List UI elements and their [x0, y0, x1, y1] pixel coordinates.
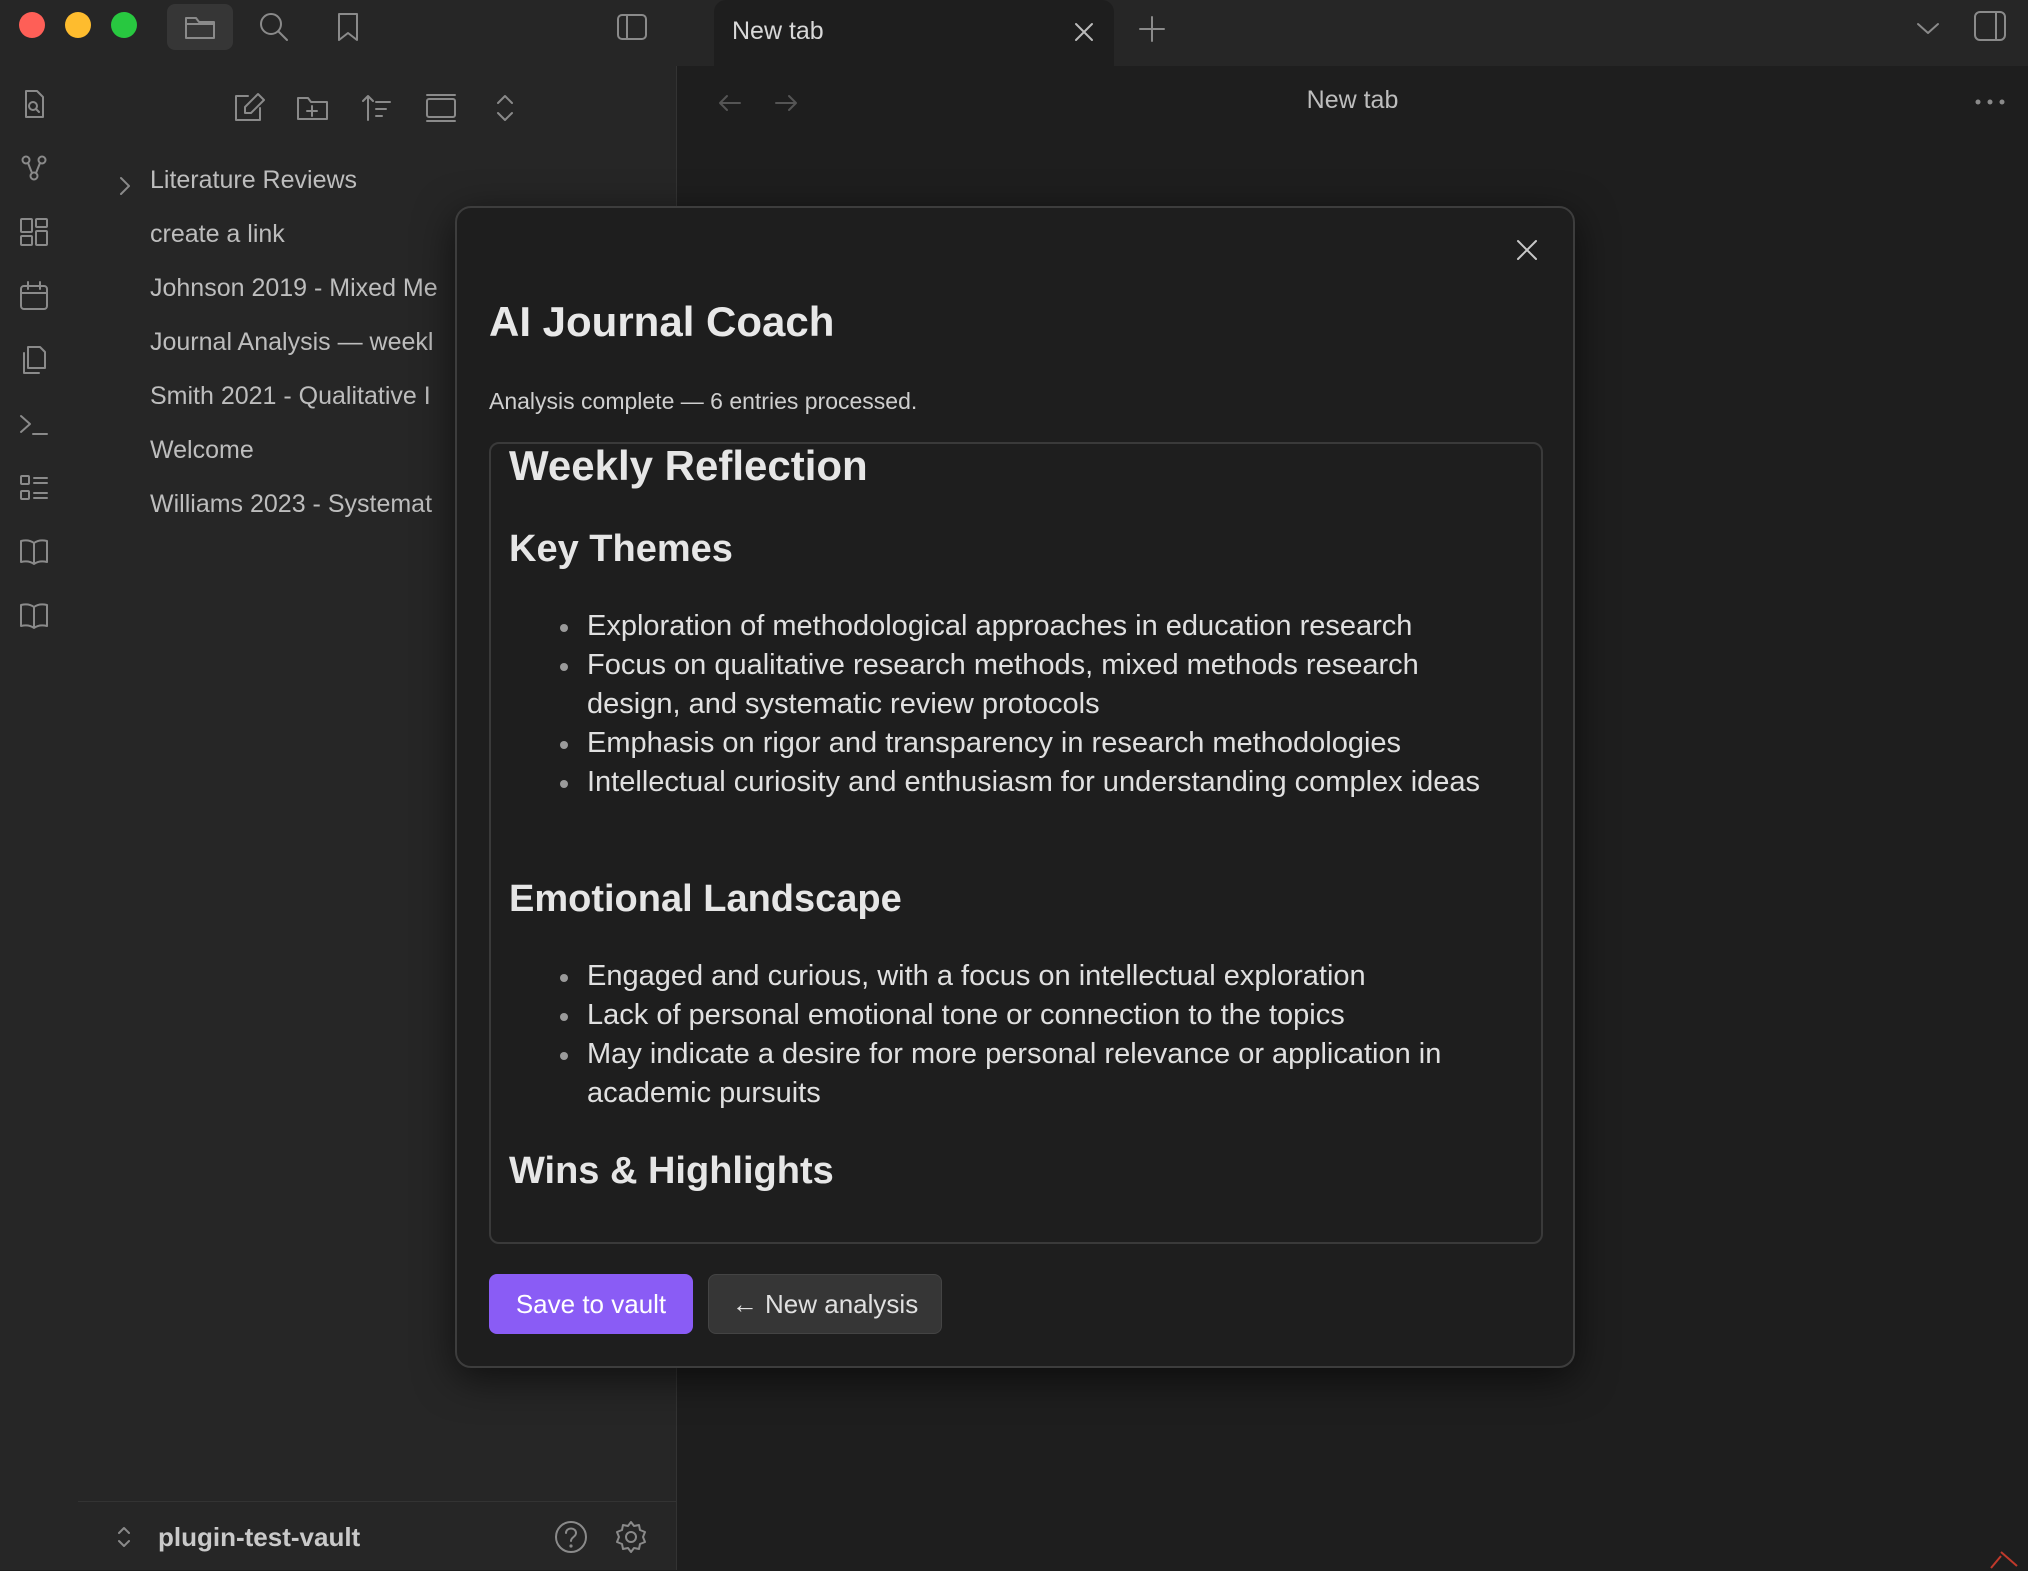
modal-close-button[interactable] — [1507, 230, 1547, 270]
close-window-button[interactable] — [19, 12, 45, 38]
left-ribbon — [0, 66, 79, 1570]
sync-status-icon[interactable] — [1987, 1546, 2023, 1570]
save-to-vault-button[interactable]: Save to vault — [489, 1274, 693, 1334]
status-text: Analysis complete — 6 entries processed. — [489, 388, 918, 414]
file-item[interactable]: Welcome — [150, 436, 254, 465]
chevron-right-icon[interactable] — [116, 173, 134, 199]
canvas-icon[interactable] — [18, 216, 50, 248]
file-item[interactable]: Williams 2023 - Systemat — [150, 490, 432, 519]
section-heading: Emotional Landscape — [509, 878, 902, 920]
modal-title: AI Journal Coach — [489, 298, 835, 345]
maximize-window-button[interactable] — [111, 12, 137, 38]
terminal-icon[interactable] — [18, 408, 50, 440]
sidebar-right-icon[interactable] — [1970, 8, 2010, 46]
sort-icon[interactable] — [359, 90, 395, 126]
close-icon[interactable] — [1070, 18, 1098, 46]
list-item: Intellectual curiosity and enthusiasm fo… — [560, 763, 1517, 802]
bookmarks-button[interactable] — [315, 4, 381, 50]
sidebar-left-icon — [617, 14, 647, 40]
ai-journal-coach-modal: AI Journal Coach Analysis complete — 6 e… — [455, 206, 1575, 1368]
file-explorer-toggle[interactable] — [167, 4, 233, 50]
section-heading: Wins & Highlights — [509, 1150, 834, 1192]
toggle-left-sidebar-button[interactable] — [599, 4, 665, 50]
analysis-result-panel[interactable]: Weekly Reflection Key Themes Exploration… — [489, 442, 1543, 1244]
result-heading: Weekly Reflection — [509, 442, 868, 489]
file-item[interactable]: Smith 2021 - Qualitative I — [150, 382, 431, 411]
search-button[interactable] — [241, 4, 307, 50]
book-icon[interactable] — [18, 600, 50, 632]
file-item[interactable]: Journal Analysis — weekl — [150, 328, 433, 357]
graph-view-icon[interactable] — [18, 152, 50, 184]
search-icon — [260, 13, 288, 41]
title-bar: New tab — [0, 0, 2028, 66]
folder-icon — [185, 17, 215, 39]
list-item: Focus on qualitative research methods, m… — [560, 646, 1517, 724]
settings-gear-icon[interactable] — [613, 1519, 649, 1555]
new-analysis-button[interactable]: ← New analysis — [708, 1274, 942, 1334]
tab-label: New tab — [732, 17, 824, 45]
new-folder-icon[interactable] — [295, 90, 331, 126]
vault-switcher-bar: plugin-test-vault — [78, 1501, 676, 1571]
chevron-down-icon[interactable] — [1912, 14, 1944, 42]
minimize-window-button[interactable] — [65, 12, 91, 38]
file-item[interactable]: Johnson 2019 - Mixed Me — [150, 274, 438, 303]
list-item: May indicate a desire for more personal … — [560, 1035, 1517, 1113]
list-item: Lack of personal emotional tone or conne… — [560, 996, 1517, 1035]
file-item[interactable]: create a link — [150, 220, 285, 249]
list-item: Emphasis on rigor and transparency in re… — [560, 724, 1517, 763]
help-icon[interactable] — [553, 1519, 589, 1555]
calendar-icon[interactable] — [18, 280, 50, 312]
vault-switch-icon[interactable] — [114, 1522, 134, 1552]
outline-icon[interactable] — [18, 472, 50, 504]
quick-switcher-icon[interactable] — [18, 88, 50, 120]
expand-chevrons-icon[interactable] — [487, 90, 523, 126]
collapse-all-icon[interactable] — [423, 90, 459, 126]
new-note-icon[interactable] — [232, 90, 268, 126]
folder-literature-reviews[interactable]: Literature Reviews — [150, 166, 357, 195]
list-item: Engaged and curious, with a focus on int… — [560, 957, 1517, 996]
bookmark-icon — [338, 13, 358, 41]
book-open-icon[interactable] — [18, 536, 50, 568]
close-icon — [1517, 240, 1537, 260]
section-heading: Key Themes — [509, 528, 733, 570]
tab-new-tab[interactable]: New tab — [714, 0, 1114, 66]
new-tab-icon[interactable] — [1135, 12, 1169, 46]
vault-name[interactable]: plugin-test-vault — [158, 1522, 360, 1553]
view-title: New tab — [1306, 86, 1399, 114]
templates-icon[interactable] — [18, 344, 50, 376]
list-item: Exploration of methodological approaches… — [560, 607, 1517, 646]
more-options-icon[interactable] — [1973, 94, 2007, 110]
